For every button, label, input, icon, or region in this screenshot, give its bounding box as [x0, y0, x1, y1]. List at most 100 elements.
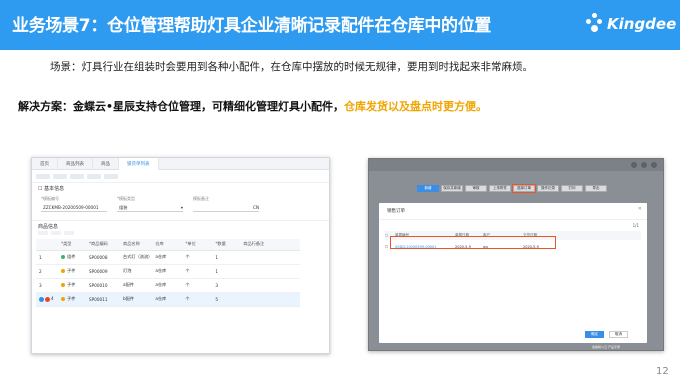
row-unit: 个: [182, 250, 213, 265]
tab-goods[interactable]: 商品: [93, 158, 119, 170]
add-button[interactable]: 新增: [417, 185, 439, 192]
row-code: SP00010: [86, 278, 120, 293]
field-inputs: ZZCKMB-20200509-00001 组装 ▾ CN: [32, 204, 329, 212]
close-icon[interactable]: ✕: [638, 206, 642, 212]
row-code[interactable]: SP00011: [86, 292, 120, 307]
solution-prefix: 解决方案：金蝶云•星辰支持仓位管理，可精细化管理灯具小配件，: [18, 100, 345, 113]
select-order-screenshot: 新增 保存并新增 审核 上传附件 选择订单 操作记录 打印 导出 销售订单 ✕ …: [368, 158, 664, 351]
table-row[interactable]: 4 子件 SP00011 b配件 a仓库 个 5: [36, 292, 301, 307]
toolbar-buttons: 新增 保存并新增 审核 上传附件 选择订单 操作记录 打印 导出: [417, 184, 607, 193]
page-number: 12: [656, 366, 669, 377]
dialog-title: 销售订单: [379, 203, 647, 220]
row-remark[interactable]: [240, 250, 301, 265]
row-remark[interactable]: [240, 292, 301, 307]
solution-highlight: 仓库发货以及盘点时更方便。: [344, 100, 488, 113]
row-type: 子件: [58, 292, 86, 307]
goods-table: *类型 *商品编码 商品名称 仓库 *单位 *数量 商品行备注 1 组件 SP0…: [36, 239, 301, 307]
col-header: [36, 239, 58, 251]
table-row[interactable]: 3 子件 SP00010 a配件 a仓库 个 3: [36, 278, 301, 293]
row-code: SP00009: [86, 264, 120, 279]
assembly-template-screenshot: 首页 商品列表 商品 锁货单列表 ☐ 基本信息 *模板编号 *模板类型 模板备注…: [31, 157, 330, 354]
pager[interactable]: 1/1: [633, 223, 639, 228]
add-row-icon: [39, 296, 44, 302]
table-header-row: *类型 *商品编码 商品名称 仓库 *单位 *数量 商品行备注: [36, 239, 301, 251]
row-warehouse[interactable]: a仓库: [152, 292, 183, 307]
upload-button[interactable]: 上传附件: [489, 185, 511, 192]
col-header: 仓库: [152, 239, 183, 251]
solution-text: 解决方案：金蝶云•星辰支持仓位管理，可精细化管理灯具小配件，仓库发货以及盘点时更…: [18, 98, 487, 114]
row-actions[interactable]: 4: [36, 292, 58, 307]
row-number: 2: [36, 264, 58, 279]
row-name: 台式灯（流流）: [120, 250, 153, 265]
row-qty: 1: [212, 250, 241, 265]
row-remark[interactable]: [240, 264, 301, 279]
tab-goods-list[interactable]: 商品列表: [58, 158, 93, 170]
col-header: 商品行备注: [240, 239, 301, 251]
cancel-button[interactable]: 取消: [609, 331, 628, 338]
header-bar: 业务场景7：仓位管理帮助灯具企业清晰记录配件在仓库中的位置 Kingdee: [0, 0, 680, 50]
save-add-button[interactable]: 保存并新增: [441, 185, 463, 192]
kingdee-logo: Kingdee: [584, 13, 676, 35]
col-header: *单位: [182, 239, 213, 251]
ok-button[interactable]: 确定: [585, 331, 604, 338]
row-unit: 个: [182, 264, 213, 279]
row-number: 3: [36, 278, 58, 293]
footer-text: 金蝶精斗云 产品手册: [592, 345, 620, 349]
row-warehouse: a仓库: [152, 250, 183, 265]
toolbar: [32, 170, 329, 183]
template-type-select[interactable]: 组装 ▾: [117, 204, 183, 212]
field-label-remark: 模板备注: [193, 196, 209, 201]
table-row[interactable]: 1 组件 SP00008 台式灯（流流） a仓库 个 1: [36, 250, 301, 265]
row-qty: 3: [212, 278, 241, 293]
subpart-icon: [61, 297, 65, 301]
delete-row-icon: [45, 296, 50, 302]
row-unit: 个: [182, 278, 213, 293]
table-row[interactable]: 2 子件 SP00009 灯泡 a仓库 个 1: [36, 264, 301, 279]
logo-text: Kingdee: [607, 15, 677, 33]
subpart-icon: [61, 283, 65, 287]
col-header: *数量: [212, 239, 241, 251]
col-header: 商品名称: [120, 239, 153, 251]
section-basic-info: ☐ 基本信息: [38, 185, 65, 193]
page-title: 业务场景7：仓位管理帮助灯具企业清晰记录配件在仓库中的位置: [12, 16, 492, 36]
tab-home[interactable]: 首页: [32, 158, 58, 170]
field-label-code: *模板编号: [41, 196, 59, 201]
row-qty: 1: [212, 264, 241, 279]
component-icon: [61, 255, 65, 259]
row-unit[interactable]: 个: [182, 292, 213, 307]
export-button[interactable]: 导出: [585, 185, 607, 192]
log-button[interactable]: 操作记录: [537, 185, 559, 192]
section-goods-info: 商品信息: [32, 220, 329, 231]
top-bar: [369, 159, 663, 171]
row-type: 组件: [58, 250, 86, 265]
select-order-button[interactable]: 选择订单: [512, 184, 536, 193]
tab-lock-list[interactable]: 锁货单列表: [119, 158, 159, 170]
audit-button[interactable]: 审核: [465, 185, 487, 192]
row-warehouse: a仓库: [152, 278, 183, 293]
sales-order-dialog: 销售订单 ✕ 1/1 ☐ 单据编号 单据日期 客户 交货日期 ☐ XSDD-20…: [379, 203, 647, 343]
kingdee-logo-mark-icon: [584, 13, 604, 35]
template-remark-input[interactable]: CN: [193, 204, 259, 212]
row-name: b配件: [120, 292, 153, 307]
row-type: 子件: [58, 278, 86, 293]
row-warehouse: a仓库: [152, 264, 183, 279]
print-button[interactable]: 打印: [561, 185, 583, 192]
row-type: 子件: [58, 264, 86, 279]
field-labels: *模板编号 *模板类型 模板备注: [32, 194, 329, 202]
col-header: *商品编码: [86, 239, 120, 251]
chevron-down-icon: ▾: [180, 205, 183, 210]
row-name: a配件: [120, 278, 153, 293]
grid-toolbar: [32, 231, 329, 239]
row-number: 1: [36, 250, 58, 265]
template-code-input[interactable]: ZZCKMB-20200509-00001: [41, 204, 107, 212]
row-qty[interactable]: 5: [212, 292, 241, 307]
field-label-type: *模板类型: [117, 196, 135, 201]
row-code: SP00008: [86, 250, 120, 265]
row-name: 灯泡: [120, 264, 153, 279]
col-header: *类型: [58, 239, 86, 251]
scenario-text: 场景：灯具行业在组装时会要用到各种小配件，在仓库中摆放的时候无规律，要用到时找起…: [50, 61, 533, 73]
tab-bar: 首页 商品列表 商品 锁货单列表: [32, 158, 329, 170]
subpart-icon: [61, 269, 65, 273]
row-remark[interactable]: [240, 278, 301, 293]
highlight-box: [390, 236, 556, 249]
